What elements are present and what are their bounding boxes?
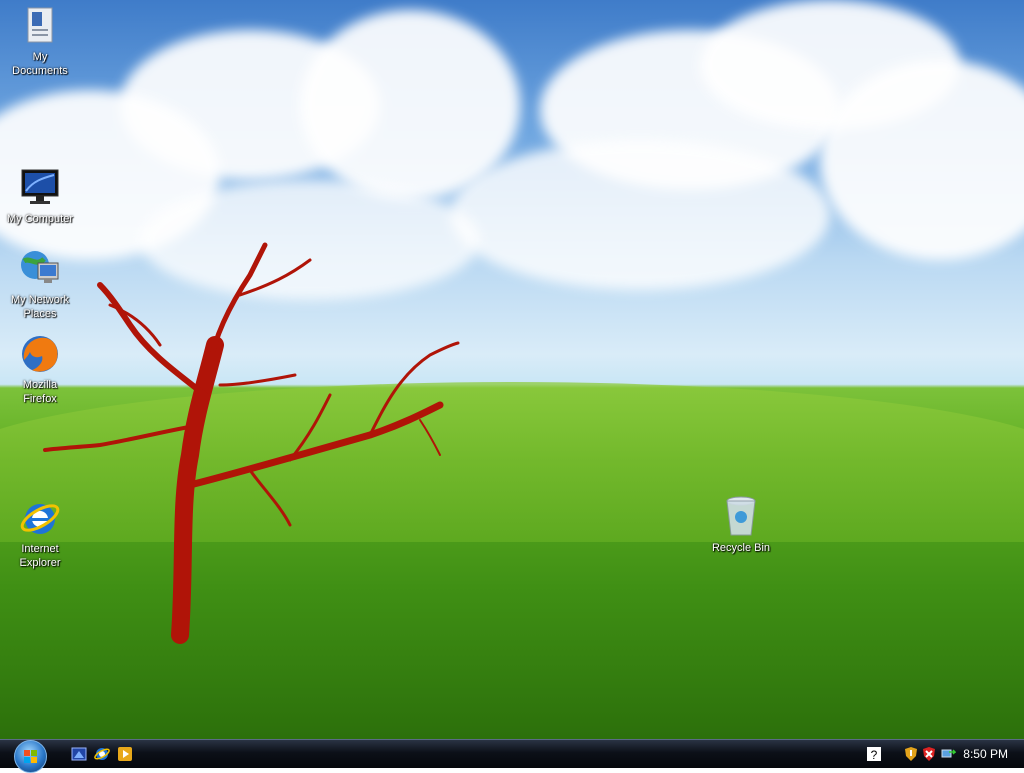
show-desktop-icon[interactable] [71, 746, 87, 762]
desktop-icon-label: My Network Places [10, 294, 70, 320]
start-button[interactable] [14, 740, 47, 773]
svg-text:?: ? [871, 748, 878, 762]
desktop-icon-firefox[interactable]: Mozilla Firefox [2, 332, 78, 406]
desktop-icon-my-computer[interactable]: My Computer [2, 166, 78, 226]
taskbar-clock[interactable]: 8:50 PM [963, 747, 1008, 761]
cloud [450, 140, 830, 290]
desktop-wallpaper: My Documents My Computer My Network Plac [0, 0, 1024, 739]
my-documents-icon [18, 4, 62, 48]
my-computer-icon [18, 166, 62, 210]
desktop-icon-label: Mozilla Firefox [22, 379, 58, 405]
desktop-icon-label: My Documents [12, 51, 68, 77]
desktop-icon-label: My Computer [6, 213, 74, 225]
security-alert-icon[interactable] [921, 746, 937, 762]
desktop-icon-recycle-bin[interactable]: Recycle Bin [703, 495, 779, 555]
internet-explorer-icon [18, 496, 62, 540]
recycle-bin-icon [719, 495, 763, 539]
desktop-icon-network-places[interactable]: My Network Places [2, 247, 78, 321]
firefox-icon [18, 332, 62, 376]
internet-explorer-icon[interactable] [94, 746, 110, 762]
desktop-icon-label: Recycle Bin [711, 542, 771, 554]
security-shield-icon[interactable] [903, 746, 919, 762]
desktop-icon-internet-explorer[interactable]: Internet Explorer [2, 496, 78, 570]
windows-logo-icon [24, 750, 37, 763]
desktop-icon-my-documents[interactable]: My Documents [2, 4, 78, 78]
media-player-icon[interactable] [117, 746, 133, 762]
network-icon[interactable] [940, 746, 957, 762]
red-tree [43, 242, 460, 644]
help-icon[interactable]: ? [866, 746, 882, 762]
network-places-icon [18, 247, 62, 291]
desktop-icon-label: Internet Explorer [19, 543, 61, 569]
taskbar: ? 8:50 PM [0, 739, 1024, 773]
